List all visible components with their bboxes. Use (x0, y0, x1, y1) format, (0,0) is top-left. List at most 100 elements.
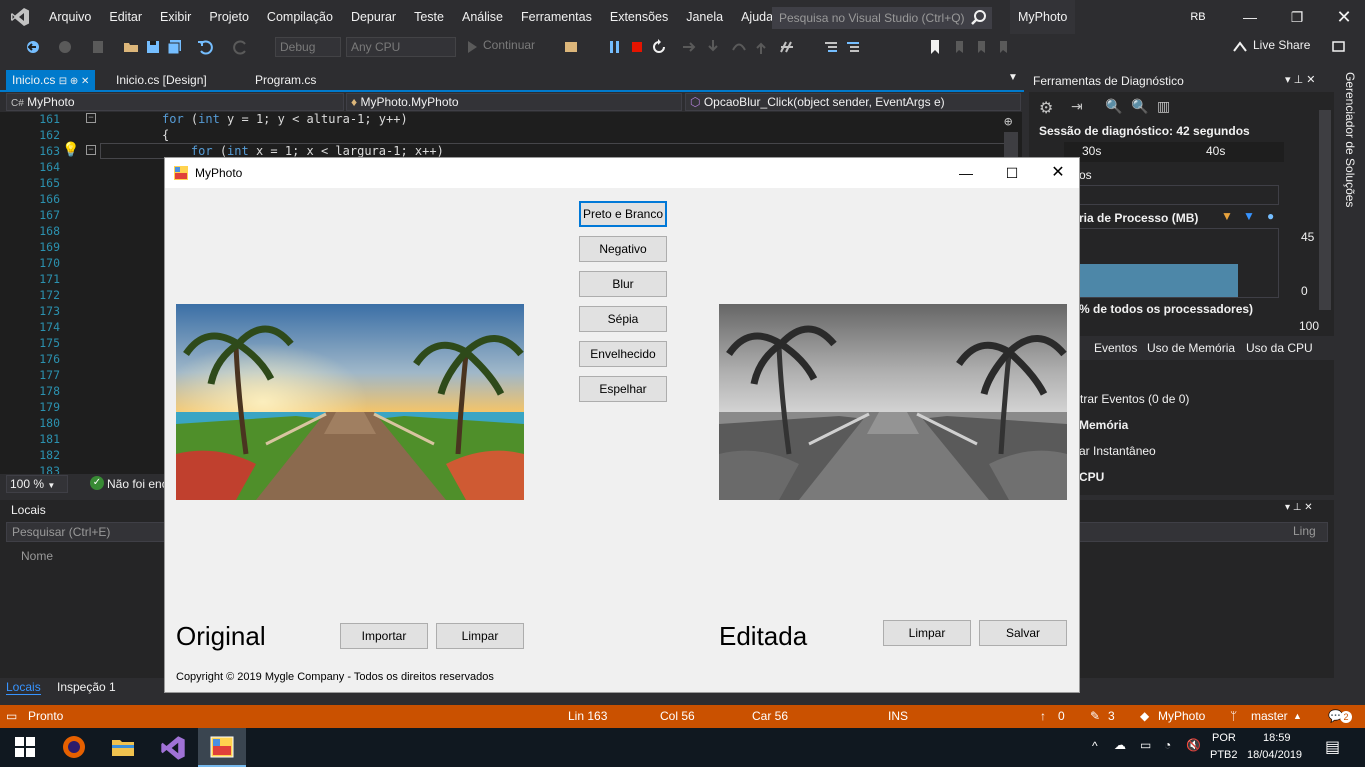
new-project-icon[interactable] (90, 38, 108, 56)
solution-explorer-tab[interactable]: Gerenciador de Soluções (1336, 70, 1365, 700)
chart-icon[interactable]: ▥ (1157, 98, 1170, 115)
lightbulb-icon[interactable]: 💡 (62, 142, 79, 158)
collapse-icon[interactable]: − (86, 113, 96, 123)
visual-studio-taskbar-icon[interactable] (160, 735, 186, 764)
filter-preto-branco-button[interactable]: Preto e Branco (579, 201, 667, 227)
menu-projeto[interactable]: Projeto (200, 0, 258, 34)
status-repo[interactable]: MyPhoto (1158, 705, 1205, 728)
gear-icon[interactable]: ⚙ (1039, 98, 1053, 118)
panel-menu-icon[interactable]: ▾ ⊥ ✕ (1285, 73, 1315, 86)
bookmark-icon[interactable] (926, 38, 944, 56)
import-button[interactable]: Importar (340, 623, 428, 649)
step-into-icon[interactable] (704, 38, 722, 56)
memory-chart[interactable] (1079, 228, 1279, 298)
clear-edited-button[interactable]: Limpar (883, 620, 971, 646)
clock-time[interactable]: 18:59 (1263, 732, 1291, 744)
step-over-icon[interactable] (730, 38, 748, 56)
filter-envelhecido-button[interactable]: Envelhecido (579, 341, 667, 367)
filter-espelhar-button[interactable]: Espelhar (579, 376, 667, 402)
tab-inicio-cs[interactable]: Inicio.cs ⊟ ⊕ ✕ (6, 70, 96, 90)
save-all-icon[interactable] (166, 38, 184, 56)
minimize-icon[interactable]: — (1230, 0, 1270, 34)
collapse-icon[interactable]: − (86, 145, 96, 155)
liveshare-icon[interactable] (1232, 39, 1250, 57)
zoom-in-icon[interactable]: 🔍 (1105, 98, 1122, 115)
class-nav-select[interactable]: ♦ MyPhoto.MyPhoto (346, 93, 682, 111)
diag-scrollbar[interactable] (1319, 110, 1331, 310)
panel-menu-icon[interactable]: ▾ ⊥ ✕ (1285, 502, 1313, 513)
timeline-ruler[interactable]: 30s 40s (1064, 142, 1284, 162)
menu-janela[interactable]: Janela (677, 0, 732, 34)
restart-icon[interactable] (650, 38, 668, 56)
menu-ferramentas[interactable]: Ferramentas (512, 0, 601, 34)
clear-original-button[interactable]: Limpar (436, 623, 524, 649)
tab-inicio-design[interactable]: Inicio.cs [Design] (110, 70, 213, 90)
myphoto-titlebar[interactable]: MyPhoto — ☐ ✕ (165, 158, 1079, 188)
diag-list-item-cpu[interactable]: CPU (1079, 470, 1104, 484)
menu-compilacao[interactable]: Compilação (258, 0, 342, 34)
column-lang-header[interactable]: Ling (1293, 524, 1316, 538)
split-icon[interactable]: ⊕ (1004, 114, 1012, 130)
stop-icon[interactable] (628, 38, 646, 56)
filter-blur-button[interactable]: Blur (579, 271, 667, 297)
platform-select[interactable]: Any CPU (346, 37, 456, 57)
windows-start-icon[interactable] (15, 737, 35, 760)
volume-muted-icon[interactable]: 🔇 (1186, 738, 1201, 752)
firefox-icon[interactable] (62, 735, 86, 762)
forward-icon[interactable] (56, 38, 74, 56)
liveshare-button[interactable]: Live Share (1253, 38, 1310, 52)
action-center-icon[interactable]: ▤ (1325, 737, 1340, 757)
tab-uso-memoria[interactable]: Uso de Memória (1147, 341, 1235, 355)
hot-reload-icon[interactable] (778, 38, 796, 56)
maximize-icon[interactable]: ☐ (989, 158, 1035, 188)
close-icon[interactable]: ✕ (1324, 0, 1364, 34)
status-unpushed[interactable]: 0 (1058, 705, 1065, 728)
config-select[interactable]: Debug (275, 37, 341, 57)
diag-list-item-events[interactable]: strar Eventos (0 de 0) (1074, 392, 1189, 406)
redo-icon[interactable] (232, 38, 250, 56)
menu-extensoes[interactable]: Extensões (601, 0, 677, 34)
menu-arquivo[interactable]: Arquivo (40, 0, 100, 34)
diag-list-item-snapshot[interactable]: ar Instantâneo (1079, 444, 1156, 458)
issues-text[interactable]: Não foi enc (107, 477, 168, 491)
tab-uso-cpu[interactable]: Uso da CPU (1246, 341, 1313, 355)
comment-icon[interactable] (822, 38, 840, 56)
tab-eventos[interactable]: Eventos (1094, 341, 1137, 355)
tab-program-cs[interactable]: Program.cs (249, 70, 322, 90)
menu-exibir[interactable]: Exibir (151, 0, 200, 34)
prev-bookmark-icon[interactable] (950, 38, 968, 56)
clear-bookmarks-icon[interactable] (994, 38, 1012, 56)
tab-locals[interactable]: Locais (6, 680, 41, 695)
minimize-icon[interactable]: — (943, 158, 989, 188)
method-nav-select[interactable]: ⬡ OpcaoBlur_Click(object sender, EventAr… (685, 93, 1021, 111)
onedrive-icon[interactable]: ☁ (1114, 738, 1126, 752)
filter-negativo-button[interactable]: Negativo (579, 236, 667, 262)
tab-inspecao[interactable]: Inspeção 1 (57, 680, 116, 694)
step-out-icon[interactable] (752, 38, 770, 56)
keyboard-indicator[interactable]: PTB2 (1210, 749, 1238, 761)
chevron-up-icon[interactable]: ^ (1092, 739, 1098, 753)
status-branch[interactable]: master (1251, 705, 1288, 728)
status-edits[interactable]: 3 (1108, 705, 1115, 728)
language-indicator[interactable]: POR (1212, 732, 1236, 744)
file-explorer-icon[interactable] (111, 736, 135, 761)
next-bookmark-icon[interactable] (972, 38, 990, 56)
zoom-out-icon[interactable]: 🔍 (1131, 98, 1148, 115)
close-icon[interactable]: ✕ (1035, 158, 1081, 188)
search-icon[interactable] (968, 7, 990, 29)
filter-sepia-button[interactable]: Sépia (579, 306, 667, 332)
menu-analise[interactable]: Análise (453, 0, 512, 34)
vs-search-input[interactable]: Pesquisa no Visual Studio (Ctrl+Q) (772, 7, 992, 29)
pin-icon[interactable]: ⊟ ⊕ ✕ (59, 76, 90, 87)
debug-target-icon[interactable] (562, 38, 580, 56)
save-icon[interactable] (144, 38, 162, 56)
play-icon[interactable] (463, 38, 481, 56)
clock-date[interactable]: 18/04/2019 (1247, 749, 1302, 761)
open-folder-icon[interactable] (122, 38, 140, 56)
project-nav-select[interactable]: C# MyPhoto (6, 93, 344, 111)
show-next-statement-icon[interactable] (680, 38, 698, 56)
menu-depurar[interactable]: Depurar (342, 0, 405, 34)
column-name-header[interactable]: Nome (21, 549, 53, 563)
restore-icon[interactable]: ❐ (1277, 0, 1317, 34)
avatar[interactable]: RB (1186, 7, 1210, 27)
